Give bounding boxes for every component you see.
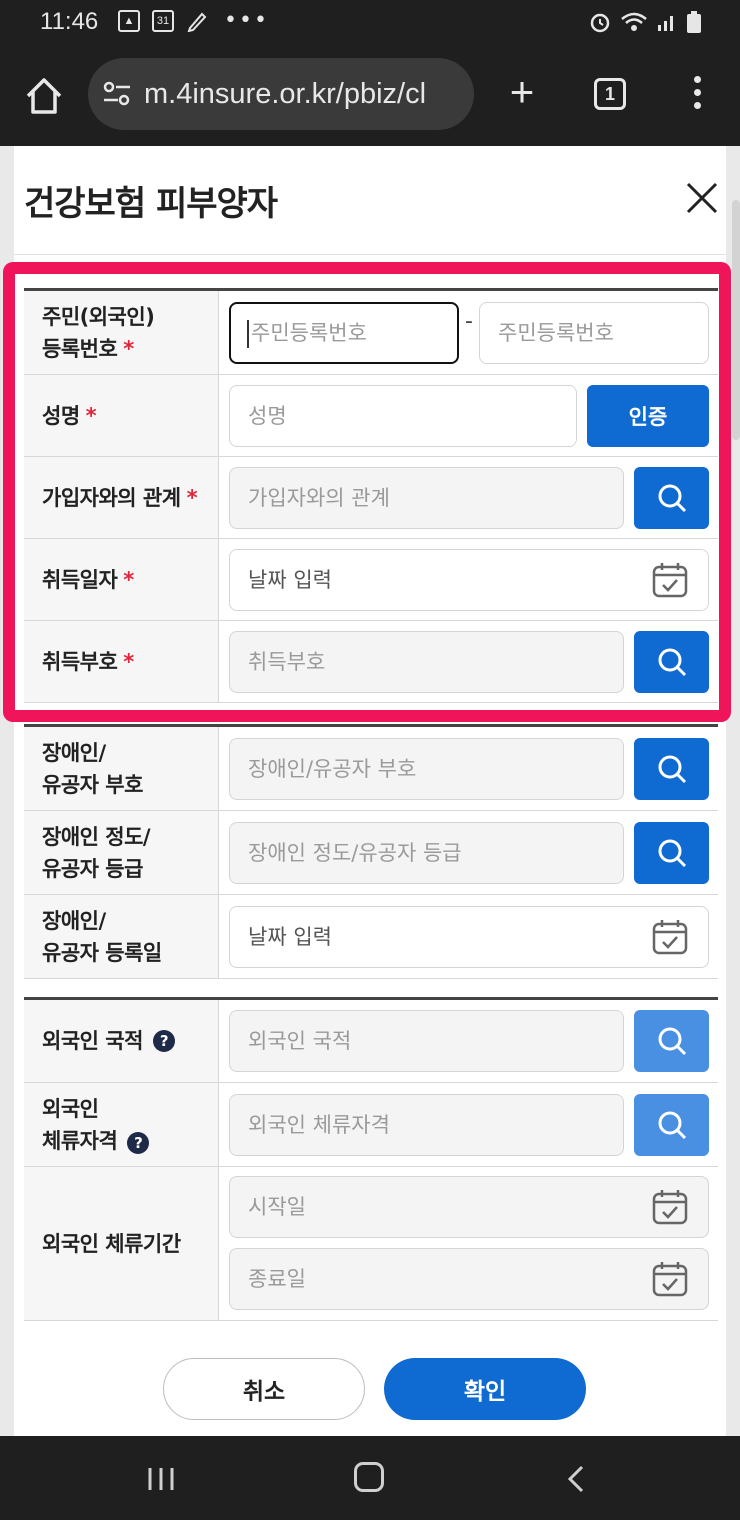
address-bar[interactable]: m.4insure.or.kr/pbiz/cl xyxy=(88,58,474,130)
label-nationality: 외국인 국적? xyxy=(24,1000,219,1082)
row-residence-period: 외국인 체류기간 시작일 종료일 xyxy=(24,1167,718,1321)
row-residence-status: 외국인 체류자격? 외국인 체류자격 xyxy=(24,1083,718,1167)
relation-search-button[interactable] xyxy=(634,467,709,529)
label-relation: 가입자와의 관계 * xyxy=(24,457,219,538)
battery-icon xyxy=(687,11,701,33)
row-nationality: 외국인 국적? 외국인 국적 xyxy=(24,1000,718,1083)
more-notifications-icon: ••• xyxy=(224,8,269,33)
nationality-input[interactable]: 외국인 국적 xyxy=(229,1010,624,1072)
url-text[interactable]: m.4insure.or.kr/pbiz/cl xyxy=(144,78,462,111)
label-name: 성명 * xyxy=(24,375,219,456)
row-acquire-date: 취득일자 * 날짜 입력 xyxy=(24,539,718,621)
acquire-code-search-button[interactable] xyxy=(634,631,709,693)
search-icon xyxy=(658,484,686,513)
dialog-title: 건강보험 피부양자 xyxy=(24,184,278,224)
status-time: 11:46 xyxy=(40,8,99,35)
browser-toolbar: m.4insure.or.kr/pbiz/cl + 1 xyxy=(0,46,740,146)
help-icon[interactable]: ? xyxy=(152,1030,175,1052)
disability-date-input[interactable]: 날짜 입력 xyxy=(229,906,709,968)
row-disability-date: 장애인/유공자 등록일 날짜 입력 xyxy=(24,895,718,979)
rrn-front-input[interactable]: 주민등록번호 xyxy=(229,302,459,364)
row-disability-code: 장애인/유공자 부호 장애인/유공자 부호 xyxy=(24,727,718,811)
search-icon xyxy=(658,1111,686,1140)
title-divider xyxy=(14,254,726,255)
label-acquire-date: 취득일자 * xyxy=(24,539,219,620)
residence-status-input[interactable]: 외국인 체류자격 xyxy=(229,1094,624,1156)
search-icon xyxy=(658,648,686,677)
verify-button[interactable]: 인증 xyxy=(587,385,709,447)
notification-icons: ▲ 31 ••• xyxy=(118,10,269,32)
recent-apps-icon[interactable] xyxy=(146,1466,176,1492)
tab-count-button[interactable]: 1 xyxy=(594,78,626,110)
row-acquire-code: 취득부호 * 취득부호 xyxy=(24,621,718,703)
rrn-dash: - xyxy=(465,309,473,334)
calendar-icon: 31 xyxy=(152,10,174,32)
relation-input[interactable]: 가입자와의 관계 xyxy=(229,467,624,529)
system-nav-bar xyxy=(0,1436,740,1520)
residence-start-input[interactable]: 시작일 xyxy=(229,1176,709,1238)
pen-icon xyxy=(187,12,207,32)
disability-section: 장애인/유공자 부호 장애인/유공자 부호 장애인 정도/유공자 등급 장애인 … xyxy=(24,724,718,979)
label-residence-status: 외국인 체류자격? xyxy=(24,1083,219,1166)
label-residence-period: 외국인 체류기간 xyxy=(24,1167,219,1320)
close-icon[interactable] xyxy=(684,180,720,216)
gallery-icon: ▲ xyxy=(118,10,140,32)
acquire-code-input[interactable]: 취득부호 xyxy=(229,631,624,693)
label-acquire-code: 취득부호 * xyxy=(24,621,219,702)
wifi-icon xyxy=(621,12,647,31)
residence-status-search-button[interactable] xyxy=(634,1094,709,1156)
site-settings-icon[interactable] xyxy=(102,80,132,108)
back-icon[interactable] xyxy=(562,1464,588,1494)
help-icon[interactable]: ? xyxy=(127,1131,150,1154)
disability-grade-input[interactable]: 장애인 정도/유공자 등급 xyxy=(229,822,624,884)
home-icon[interactable] xyxy=(22,74,66,118)
dependent-dialog: 건강보험 피부양자 주민(외국인) 등록번호 * 주민등록번호 - 주민등록번호 성… xyxy=(14,146,726,1436)
confirm-button[interactable]: 확인 xyxy=(384,1358,586,1420)
disability-grade-search-button[interactable] xyxy=(634,822,709,884)
disability-code-search-button[interactable] xyxy=(634,738,709,800)
residence-end-input[interactable]: 종료일 xyxy=(229,1248,709,1310)
calendar-icon[interactable] xyxy=(651,918,689,956)
browser-menu-icon[interactable] xyxy=(688,76,706,116)
label-rrn: 주민(외국인) 등록번호 * xyxy=(24,291,219,374)
system-icons xyxy=(588,10,702,34)
row-name: 성명 * 성명 인증 xyxy=(24,375,718,457)
scrollbar[interactable] xyxy=(732,200,740,440)
row-relation: 가입자와의 관계 * 가입자와의 관계 xyxy=(24,457,718,539)
home-nav-icon[interactable] xyxy=(354,1462,384,1492)
rrn-back-input[interactable]: 주민등록번호 xyxy=(479,302,709,364)
label-disability-grade: 장애인 정도/유공자 등급 xyxy=(24,811,219,894)
search-icon xyxy=(658,839,686,868)
new-tab-icon[interactable]: + xyxy=(502,71,542,113)
acquire-date-input[interactable]: 날짜 입력 xyxy=(229,549,709,611)
signal-icon xyxy=(658,16,673,31)
calendar-icon[interactable] xyxy=(651,1260,689,1298)
status-bar: 11:46 ▲ 31 ••• xyxy=(0,0,740,46)
alarm-icon xyxy=(590,13,610,33)
nationality-search-button[interactable] xyxy=(634,1010,709,1072)
label-disability-code: 장애인/유공자 부호 xyxy=(24,727,219,810)
calendar-icon[interactable] xyxy=(651,1188,689,1226)
calendar-icon[interactable] xyxy=(651,561,689,599)
search-icon xyxy=(658,1027,686,1056)
search-icon xyxy=(658,755,686,784)
label-disability-date: 장애인/유공자 등록일 xyxy=(24,895,219,978)
foreigner-section: 외국인 국적? 외국인 국적 외국인 체류자격? 외국인 체류자격 외국인 체류기… xyxy=(24,997,718,1321)
row-rrn: 주민(외국인) 등록번호 * 주민등록번호 - 주민등록번호 xyxy=(24,291,718,375)
row-disability-grade: 장애인 정도/유공자 등급 장애인 정도/유공자 등급 xyxy=(24,811,718,895)
required-mark: * xyxy=(123,336,134,361)
required-fields-section: 주민(외국인) 등록번호 * 주민등록번호 - 주민등록번호 성명 * 성명 인증 가… xyxy=(24,288,718,703)
disability-code-input[interactable]: 장애인/유공자 부호 xyxy=(229,738,624,800)
name-input[interactable]: 성명 xyxy=(229,385,577,447)
cancel-button[interactable]: 취소 xyxy=(163,1358,365,1420)
text-caret xyxy=(247,320,249,348)
